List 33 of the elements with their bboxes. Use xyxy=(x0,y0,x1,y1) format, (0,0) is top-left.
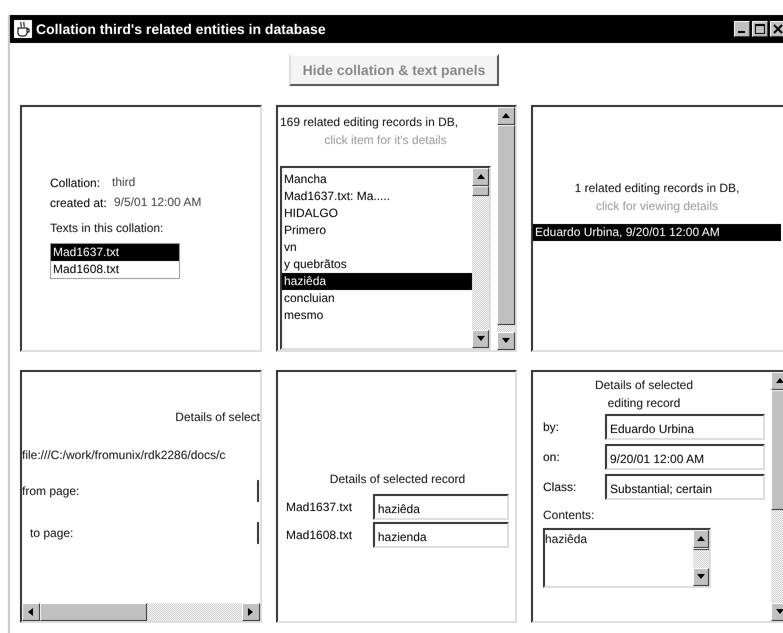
reading-field[interactable]: haziêda xyxy=(372,494,509,520)
window-title: Collation third's related entities in database xyxy=(36,21,327,37)
editing-record-title: editing record xyxy=(608,395,680,412)
related-list-item[interactable]: Eduardo Urbina, 9/20/01 12:00 AM xyxy=(533,224,781,241)
related-hint-text: click for viewing details xyxy=(596,198,718,215)
field-label: Collation: xyxy=(50,175,102,192)
contents-area[interactable]: haziêda xyxy=(543,528,711,588)
field-label: on: xyxy=(543,449,561,466)
records-hint-text: click item for it's details xyxy=(324,132,447,149)
text-name-label: Mad1637.txt xyxy=(286,499,354,516)
record-title: Details of selected record xyxy=(330,471,466,488)
field-label: created at: xyxy=(50,195,104,212)
record-field[interactable]: Substantial; certain xyxy=(605,474,765,500)
records-count-text: 169 related editing records in DB, xyxy=(280,114,460,131)
file-path-text: file:///C:/work/fromunix/rdk2286/docs/c xyxy=(22,447,226,464)
from-page-label: from page: xyxy=(22,483,80,500)
record-field[interactable]: 9/20/01 12:00 AM xyxy=(605,444,765,470)
field-value: third xyxy=(112,174,136,191)
editing-record-title: Details of selected xyxy=(594,377,694,394)
contents-label: Contents: xyxy=(543,507,596,524)
text-list-item[interactable]: Mad1637.txt xyxy=(51,244,179,261)
related-count-text: 1 related editing records in DB, xyxy=(574,180,740,197)
source-title: Details of select xyxy=(175,409,260,426)
record-field[interactable]: Eduardo Urbina xyxy=(605,414,765,440)
field-label: Class: xyxy=(543,479,578,496)
record-list-item[interactable]: haziêda xyxy=(282,273,472,290)
reading-field[interactable]: hazienda xyxy=(372,522,509,548)
field-value: 9/5/01 12:00 AM xyxy=(114,194,202,211)
to-page-label: to page: xyxy=(30,525,74,542)
field-label: by: xyxy=(543,419,560,436)
contents-text: haziêda xyxy=(545,531,588,548)
text-name-label: Mad1608.txt xyxy=(286,527,354,544)
texts-label: Texts in this collation: xyxy=(50,220,164,237)
